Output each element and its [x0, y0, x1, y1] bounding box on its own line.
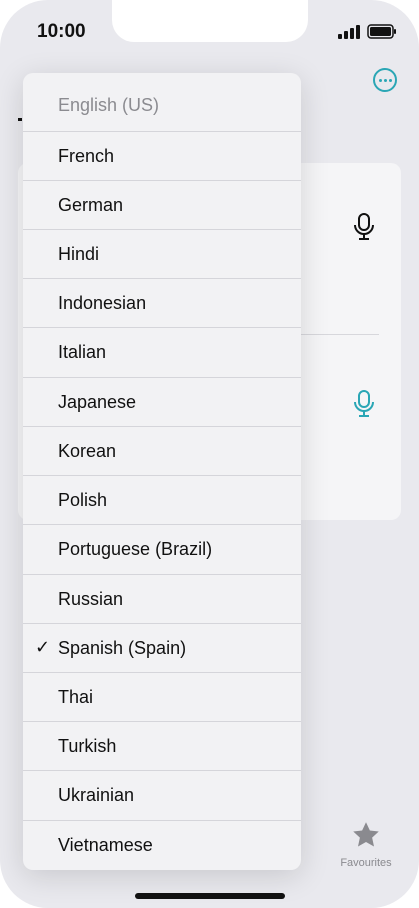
- menu-item-indonesian[interactable]: Indonesian: [23, 278, 301, 327]
- menu-item-label: Indonesian: [58, 293, 147, 313]
- menu-item-spanish-spain[interactable]: ✓ Spanish (Spain): [23, 623, 301, 672]
- menu-item-portuguese-brazil[interactable]: Portuguese (Brazil): [23, 524, 301, 573]
- microphone-icon-active[interactable]: [353, 389, 375, 419]
- menu-item-label: Polish: [58, 490, 108, 510]
- menu-item-ukrainian[interactable]: Ukrainian: [23, 770, 301, 819]
- menu-item-label: German: [58, 195, 124, 215]
- menu-item-korean[interactable]: Korean: [23, 426, 301, 475]
- status-time: 10:00: [37, 21, 86, 42]
- menu-item-japanese[interactable]: Japanese: [23, 377, 301, 426]
- menu-item-label: Hindi: [58, 244, 100, 264]
- language-menu: English (US) French German Hindi Indones…: [23, 73, 301, 870]
- menu-item-label: Russian: [58, 589, 124, 609]
- checkmark-icon: ✓: [35, 637, 51, 657]
- menu-item-label: Italian: [58, 342, 107, 362]
- menu-item-russian[interactable]: Russian: [23, 574, 301, 623]
- menu-item-english-us: English (US): [23, 81, 301, 130]
- menu-item-label: French: [58, 146, 115, 166]
- star-icon: [353, 822, 379, 847]
- menu-item-label: English (US): [58, 95, 160, 115]
- menu-item-label: Japanese: [58, 392, 137, 412]
- menu-item-label: Turkish: [58, 736, 117, 756]
- card-divider: [300, 334, 379, 335]
- tab-favourites-label: Favourites: [340, 857, 392, 869]
- tab-favourites[interactable]: Favourites: [332, 820, 400, 869]
- battery-icon: [367, 24, 396, 39]
- menu-item-polish[interactable]: Polish: [23, 475, 301, 524]
- menu-item-french[interactable]: French: [23, 131, 301, 180]
- signal-icon: [338, 25, 360, 39]
- menu-item-label: Korean: [58, 441, 117, 461]
- home-indicator: [135, 893, 285, 899]
- menu-item-hindi[interactable]: Hindi: [23, 229, 301, 278]
- more-options-icon[interactable]: [373, 68, 397, 92]
- menu-item-label: Ukrainian: [58, 785, 135, 805]
- menu-item-label: Thai: [58, 687, 94, 707]
- menu-item-italian[interactable]: Italian: [23, 327, 301, 376]
- menu-item-label: Portuguese (Brazil): [58, 539, 213, 559]
- menu-item-label: Vietnamese: [58, 835, 153, 855]
- phone-screen: 10:00 Favourites English (US) French Ger…: [0, 0, 419, 908]
- menu-item-label: Spanish (Spain): [58, 638, 187, 658]
- menu-item-thai[interactable]: Thai: [23, 672, 301, 721]
- menu-item-turkish[interactable]: Turkish: [23, 721, 301, 770]
- microphone-icon[interactable]: [353, 212, 375, 242]
- background-title-fragment: [18, 118, 22, 121]
- menu-item-german[interactable]: German: [23, 180, 301, 229]
- notch: [112, 0, 308, 42]
- menu-item-vietnamese[interactable]: Vietnamese: [23, 820, 301, 869]
